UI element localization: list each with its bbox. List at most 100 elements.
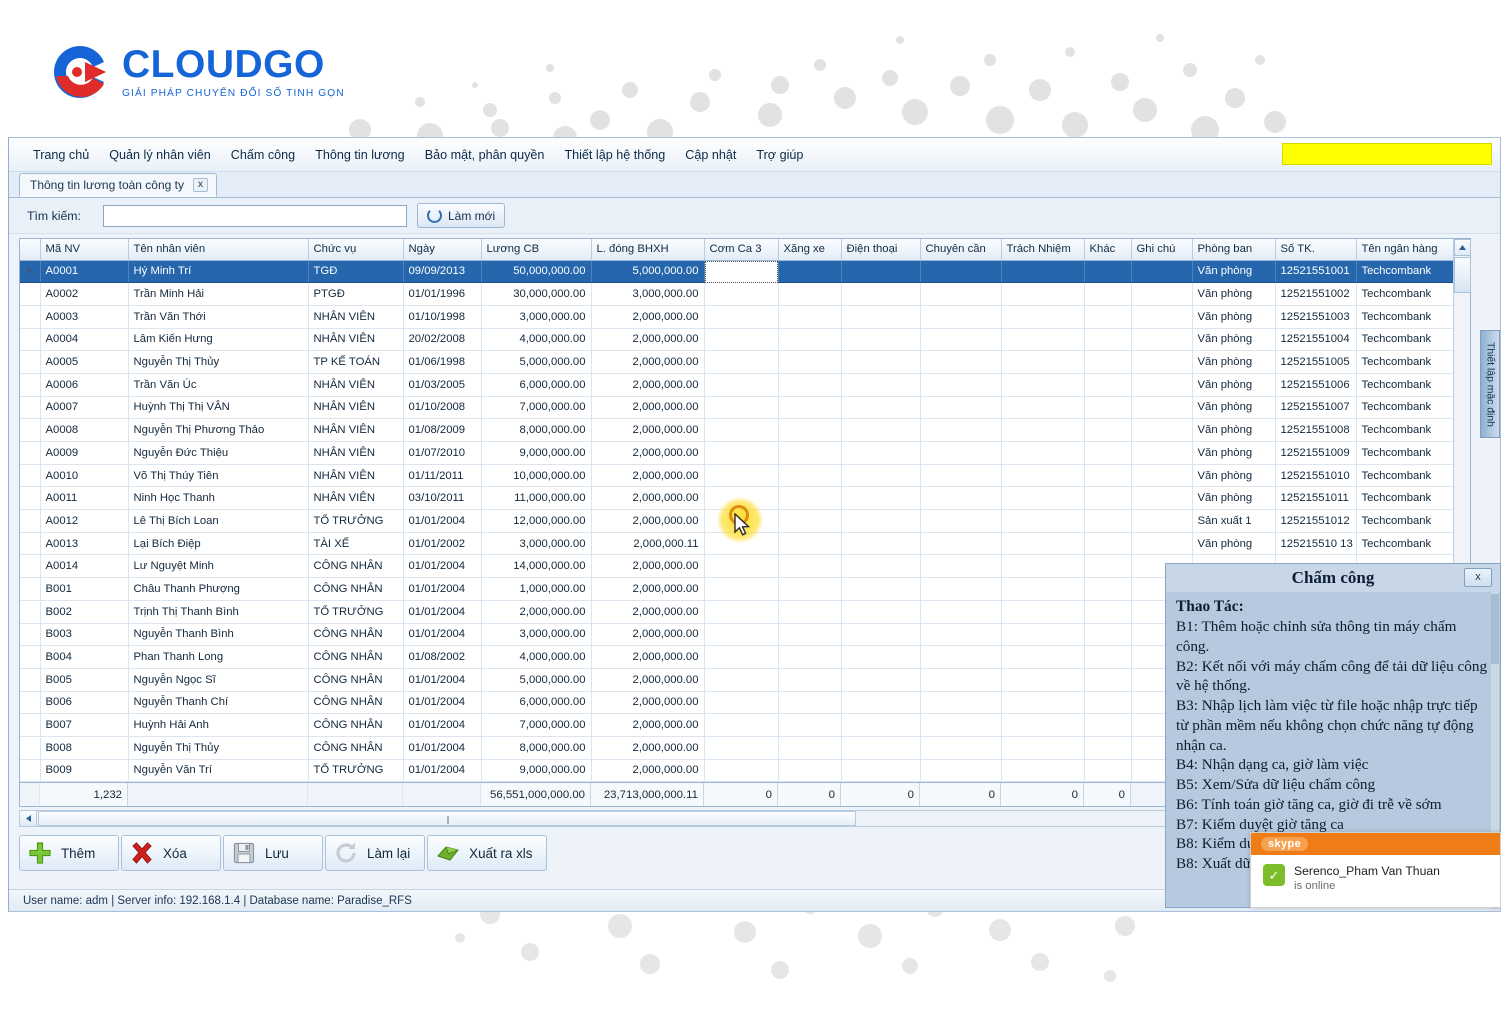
cell-chuc_vu[interactable]: CÔNG NHÂN	[308, 554, 404, 579]
cell-xang_xe[interactable]	[778, 418, 842, 442]
cell-ghi_chu[interactable]	[1131, 328, 1193, 352]
cell-ten[interactable]: Nguyễn Ngọc Sĩ	[128, 668, 309, 692]
cell-luong_cb[interactable]: 50,000,000.00	[481, 260, 592, 284]
close-icon[interactable]: x	[1464, 568, 1492, 587]
add-button[interactable]: Thêm	[19, 835, 119, 871]
cell-ghi_chu[interactable]	[1131, 532, 1193, 556]
cell-com_ca3[interactable]	[704, 713, 779, 737]
cell-chuc_vu[interactable]: CÔNG NHÂN	[308, 713, 404, 737]
cell-ngay[interactable]: 01/01/2004	[403, 759, 482, 783]
cell-luong_cb[interactable]: 1,000,000.00	[481, 577, 592, 601]
cell-ten[interactable]: Trần Văn Úc	[128, 373, 309, 397]
cell-ngay[interactable]: 01/01/2004	[403, 713, 482, 737]
cell-ma_nv[interactable]: B001	[40, 577, 129, 601]
cell-chuyen_can[interactable]	[920, 623, 1002, 647]
row-header-cell[interactable]	[20, 282, 41, 306]
table-row[interactable]: A0007 Huỳnh Thị Thị VÂN NHÂN VIÊN 01/10/200…	[20, 396, 1454, 420]
cell-bhxh[interactable]: 2,000,000.00	[591, 668, 705, 692]
cell-so_tk[interactable]: 12521551008	[1275, 418, 1357, 442]
cell-xang_xe[interactable]	[778, 713, 842, 737]
cell-khac[interactable]	[1084, 759, 1132, 783]
cell-bhxh[interactable]: 2,000,000.00	[591, 509, 705, 533]
cell-ghi_chu[interactable]	[1131, 418, 1193, 442]
cell-chuc_vu[interactable]: NHÂN VIÊN	[308, 305, 404, 329]
cell-trach_nhiem[interactable]	[1001, 328, 1085, 352]
cell-xang_xe[interactable]	[778, 260, 842, 284]
cell-xang_xe[interactable]	[778, 577, 842, 601]
cell-ma_nv[interactable]: B009	[40, 759, 129, 783]
cell-so_tk[interactable]: 12521551010	[1275, 464, 1357, 488]
cell-phong_ban[interactable]: Văn phòng	[1192, 532, 1276, 556]
cell-phong_ban[interactable]: Văn phòng	[1192, 305, 1276, 329]
row-header-cell[interactable]	[20, 713, 41, 737]
cell-ten[interactable]: Nguyễn Thanh Chí	[128, 691, 309, 715]
cell-chuc_vu[interactable]: PTGĐ	[308, 282, 404, 306]
scroll-up-icon[interactable]	[1454, 239, 1471, 256]
cell-ngan_hang[interactable]: Techcombank	[1356, 532, 1454, 556]
row-header-cell[interactable]	[20, 305, 41, 329]
cell-dien_thoai[interactable]	[841, 373, 921, 397]
cell-khac[interactable]	[1084, 509, 1132, 533]
cell-xang_xe[interactable]	[778, 691, 842, 715]
cell-ngay[interactable]: 01/01/2002	[403, 532, 482, 556]
cell-ten[interactable]: Nguyễn Văn Trí	[128, 759, 309, 783]
table-row[interactable]: A0006 Trần Văn Úc NHÂN VIÊN 01/03/2005 6,000…	[20, 373, 1454, 397]
cell-xang_xe[interactable]	[778, 759, 842, 783]
cell-chuyen_can[interactable]	[920, 260, 1002, 284]
cell-dien_thoai[interactable]	[841, 577, 921, 601]
column-header-ghi_chu[interactable]: Ghi chú	[1131, 239, 1193, 261]
cell-khac[interactable]	[1084, 373, 1132, 397]
cell-xang_xe[interactable]	[778, 486, 842, 511]
skype-notification-toast[interactable]: skype ✓ Serenco_Pham Van Thuan is online	[1250, 832, 1501, 908]
cell-ten[interactable]: Nguyễn Đức Thiệu	[128, 441, 309, 465]
cell-xang_xe[interactable]	[778, 441, 842, 465]
cell-chuyen_can[interactable]	[920, 645, 1002, 669]
cell-khac[interactable]	[1084, 305, 1132, 329]
column-header-ngan_hang[interactable]: Tên ngân hàng	[1356, 239, 1454, 261]
cell-trach_nhiem[interactable]	[1001, 532, 1085, 556]
row-header-cell[interactable]	[20, 577, 41, 601]
cell-ten[interactable]: Lại Bích Điệp	[128, 532, 309, 556]
row-header-cell[interactable]	[20, 418, 41, 442]
column-header-dien_thoai[interactable]: Điện thoại	[841, 239, 921, 261]
cell-com_ca3[interactable]	[704, 736, 779, 760]
cell-so_tk[interactable]: 12521551003	[1275, 305, 1357, 329]
cell-ma_nv[interactable]: A0001	[40, 260, 129, 284]
cell-com_ca3[interactable]	[704, 282, 779, 306]
cell-chuyen_can[interactable]	[920, 736, 1002, 760]
cell-bhxh[interactable]: 2,000,000.00	[591, 554, 705, 579]
cell-ghi_chu[interactable]	[1131, 282, 1193, 306]
cell-com_ca3[interactable]	[704, 328, 779, 352]
cell-bhxh[interactable]: 2,000,000.00	[591, 600, 705, 624]
cell-phong_ban[interactable]: Văn phòng	[1192, 486, 1276, 511]
cell-ngay[interactable]: 01/01/2004	[403, 577, 482, 601]
cell-xang_xe[interactable]	[778, 350, 842, 374]
scroll-left-icon[interactable]	[20, 811, 37, 826]
cell-com_ca3[interactable]	[704, 554, 779, 579]
row-header-cell[interactable]	[20, 532, 41, 556]
cell-luong_cb[interactable]: 12,000,000.00	[481, 509, 592, 533]
cell-so_tk[interactable]: 12521551011	[1275, 486, 1357, 511]
cell-luong_cb[interactable]: 5,000,000.00	[481, 350, 592, 374]
cell-ma_nv[interactable]: A0012	[40, 509, 129, 533]
cell-ngay[interactable]: 01/01/2004	[403, 509, 482, 533]
cell-chuyen_can[interactable]	[920, 532, 1002, 556]
cell-dien_thoai[interactable]	[841, 691, 921, 715]
cell-trach_nhiem[interactable]	[1001, 305, 1085, 329]
cell-khac[interactable]	[1084, 350, 1132, 374]
cell-trach_nhiem[interactable]	[1001, 577, 1085, 601]
cell-ten[interactable]: Trần Văn Thới	[128, 305, 309, 329]
column-header-bhxh[interactable]: L. đóng BHXH	[591, 239, 705, 261]
cell-so_tk[interactable]: 12521551012	[1275, 509, 1357, 533]
cell-ten[interactable]: Lê Thị Bích Loan	[128, 509, 309, 533]
row-header-cell[interactable]	[20, 350, 41, 374]
cell-phong_ban[interactable]: Văn phòng	[1192, 373, 1276, 397]
cell-so_tk[interactable]: 12521551001	[1275, 260, 1357, 284]
cell-chuc_vu[interactable]: CÔNG NHÂN	[308, 691, 404, 715]
cell-phong_ban[interactable]: Văn phòng	[1192, 328, 1276, 352]
cell-ten[interactable]: Võ Thị Thúy Tiên	[128, 464, 309, 488]
cell-khac[interactable]	[1084, 736, 1132, 760]
tab-close-icon[interactable]: x	[193, 178, 208, 192]
cell-khac[interactable]	[1084, 486, 1132, 511]
cell-trach_nhiem[interactable]	[1001, 600, 1085, 624]
